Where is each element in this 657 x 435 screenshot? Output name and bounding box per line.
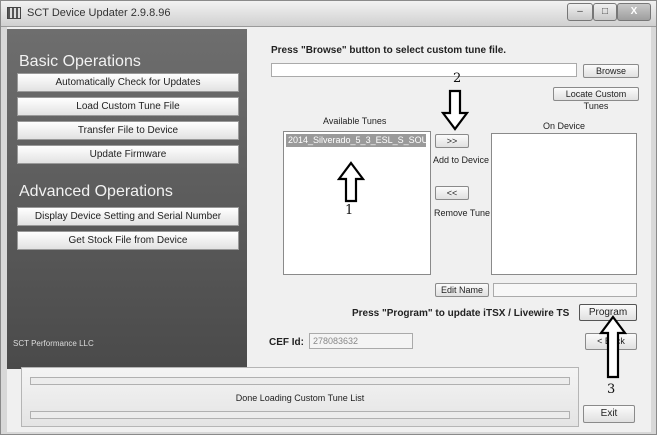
remove-tune-button[interactable]: <<: [435, 186, 469, 200]
on-device-header: On Device: [543, 121, 586, 131]
status-message: Done Loading Custom Tune List: [235, 393, 365, 403]
available-tune-item[interactable]: 2014_Silverado_5_3_ESL_S_SOUK: [286, 134, 426, 147]
cef-id-label: CEF Id:: [269, 337, 304, 348]
company-footer: SCT Performance LLC: [13, 339, 94, 348]
annotation-step-2: 2: [453, 71, 462, 86]
minimize-button[interactable]: –: [567, 3, 593, 21]
add-to-device-label: Add to Device: [433, 155, 490, 165]
progress-bar-bottom: [30, 411, 570, 419]
title-bar[interactable]: SCT Device Updater 2.9.8.96 – □ X: [1, 1, 656, 27]
remove-tune-label: Remove Tune: [434, 208, 491, 218]
available-tunes-list[interactable]: 2014_Silverado_5_3_ESL_S_SOUK: [283, 131, 431, 275]
advanced-operations-heading: Advanced Operations: [19, 183, 173, 200]
progress-bar-top: [30, 377, 570, 385]
locate-custom-tunes-button[interactable]: Locate Custom Tunes: [553, 87, 639, 111]
annotation-arrow-up-icon: [599, 315, 627, 379]
auto-check-updates-button[interactable]: Automatically Check for Updates: [17, 73, 239, 92]
annotation-arrow-up-icon: [337, 161, 365, 203]
edit-name-button[interactable]: Edit Name: [435, 283, 489, 297]
annotation-step-1: 1: [345, 203, 354, 218]
get-stock-file-button[interactable]: Get Stock File from Device: [17, 231, 239, 250]
on-device-list[interactable]: [491, 133, 637, 275]
browse-button[interactable]: Browse: [583, 64, 639, 78]
tune-file-path-field[interactable]: [271, 63, 577, 77]
edit-name-field[interactable]: [493, 283, 637, 297]
add-to-device-button[interactable]: >>: [435, 134, 469, 148]
program-instruction: Press "Program" to update iTSX / Livewir…: [352, 308, 570, 319]
status-panel: Done Loading Custom Tune List: [21, 367, 579, 427]
sidebar: Basic Operations Automatically Check for…: [7, 29, 247, 369]
maximize-button[interactable]: □: [593, 3, 617, 21]
annotation-arrow-down-icon: [441, 89, 469, 131]
client-area: Basic Operations Automatically Check for…: [7, 27, 651, 432]
exit-button[interactable]: Exit: [583, 405, 635, 423]
window-title: SCT Device Updater 2.9.8.96: [27, 7, 171, 19]
cef-id-field: 278083632: [309, 333, 413, 349]
app-icon: [7, 7, 21, 19]
update-firmware-button[interactable]: Update Firmware: [17, 145, 239, 164]
basic-operations-heading: Basic Operations: [19, 53, 141, 70]
transfer-file-button[interactable]: Transfer File to Device: [17, 121, 239, 140]
load-custom-tune-button[interactable]: Load Custom Tune File: [17, 97, 239, 116]
display-device-settings-button[interactable]: Display Device Setting and Serial Number: [17, 207, 239, 226]
close-button[interactable]: X: [617, 3, 651, 21]
app-window: SCT Device Updater 2.9.8.96 – □ X Basic …: [0, 0, 657, 435]
available-tunes-header: Available Tunes: [323, 116, 387, 126]
browse-instruction: Press "Browse" button to select custom t…: [271, 45, 507, 56]
annotation-step-3: 3: [607, 382, 616, 397]
